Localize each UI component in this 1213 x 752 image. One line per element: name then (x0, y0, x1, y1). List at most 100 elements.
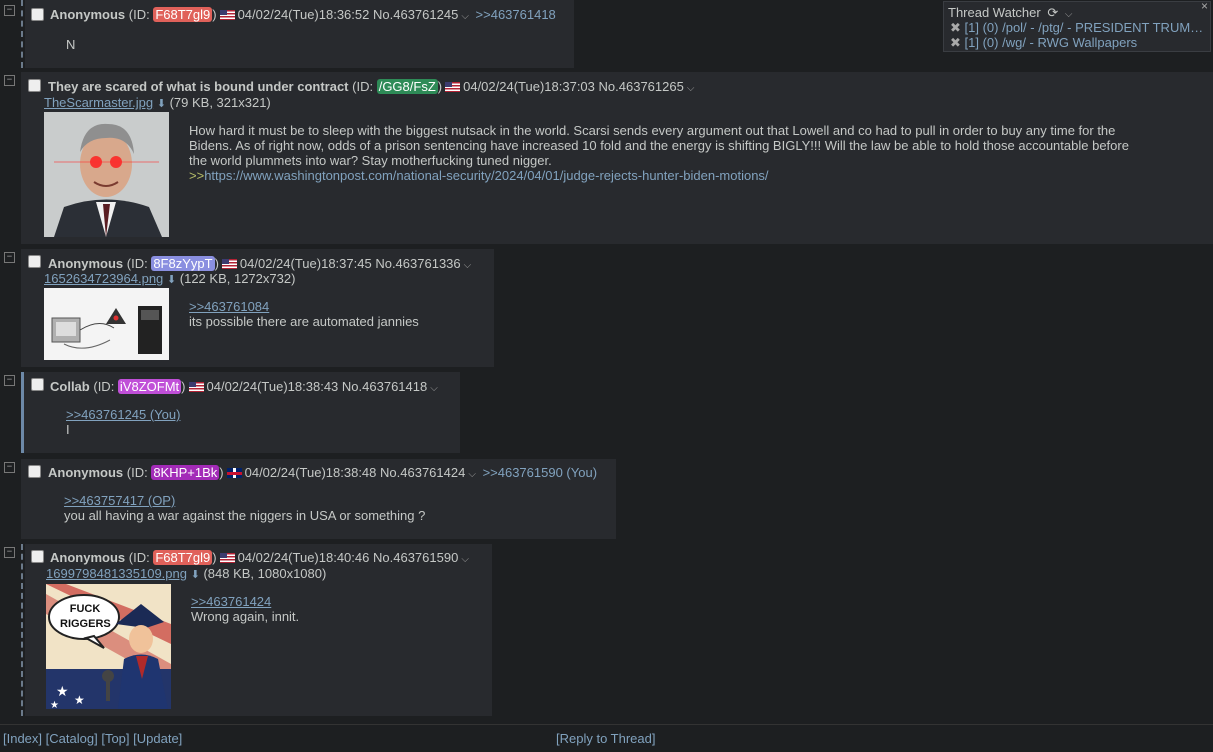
file-link[interactable]: TheScarmaster.jpg (44, 95, 153, 110)
download-icon[interactable]: ⬇ (167, 274, 176, 286)
post-datetime: 04/02/24(Tue)18:36:52 (237, 7, 370, 22)
post-datetime: 04/02/24(Tue)18:38:48 (244, 465, 377, 480)
close-icon[interactable]: × (1201, 0, 1208, 13)
post-select-checkbox[interactable] (28, 465, 41, 478)
update-link[interactable]: [Update] (133, 731, 182, 746)
post-select-checkbox[interactable] (28, 79, 41, 92)
quote-link[interactable]: >>463761245 (You) (66, 407, 180, 422)
chevron-down-icon[interactable]: ⌵ (430, 383, 438, 394)
thread-watcher-item[interactable]: ✖ [1] (0) /wg/ - RWG Wallpapers (950, 35, 1137, 51)
remove-icon[interactable]: ✖ (950, 20, 961, 35)
post-header: Anonymous (ID: 8KHP+1Bk) 04/02/24(Tue)18:… (48, 465, 597, 480)
id-badge[interactable]: F68T7gl9 (153, 550, 213, 565)
id-badge[interactable]: 8KHP+1Bk (151, 465, 220, 480)
download-icon[interactable]: ⬇ (191, 569, 200, 581)
file-info: 1699798481335109.png ⬇ (848 KB, 1080x108… (46, 566, 326, 581)
hide-post-button[interactable]: − (4, 462, 15, 473)
backlink[interactable]: >>463761590 (You) (483, 465, 597, 480)
backlink[interactable]: >>463761418 (476, 7, 556, 22)
svg-text:★: ★ (56, 683, 69, 699)
quote-link[interactable]: >>463761084 (189, 299, 269, 314)
external-link[interactable]: https://www.washingtonpost.com/national-… (204, 168, 768, 183)
post-number[interactable]: No.463761336 (375, 256, 460, 271)
file-meta: (848 KB, 1080x1080) (203, 566, 327, 581)
us-flag-icon (445, 82, 461, 92)
hide-post-button[interactable]: − (4, 375, 15, 386)
file-meta: (79 KB, 321x321) (169, 95, 271, 110)
post-datetime: 04/02/24(Tue)18:38:43 (206, 379, 339, 394)
poster-id[interactable]: (ID: iV8ZOFMt) (93, 379, 186, 394)
poster-id[interactable]: (ID: 8KHP+1Bk) (127, 465, 224, 480)
poster-name: Anonymous (48, 256, 124, 271)
post-463761418: Collab (ID: iV8ZOFMt) 04/02/24(Tue)18:38:… (21, 372, 460, 453)
post-select-checkbox[interactable] (31, 378, 44, 391)
thumbnail-image[interactable] (44, 112, 169, 237)
file-link[interactable]: 1652634723964.png (44, 271, 163, 286)
reply-indent-line (21, 544, 23, 716)
greentext: >> (189, 168, 205, 183)
id-badge[interactable]: iV8ZOFMt (117, 379, 182, 394)
post-header: They are scared of what is bound under c… (48, 79, 694, 94)
post-463761265: They are scared of what is bound under c… (21, 72, 1213, 244)
us-flag-icon (219, 10, 235, 20)
chevron-down-icon[interactable]: ⌵ (461, 11, 469, 22)
poster-name: Collab (50, 379, 90, 394)
us-flag-icon (219, 553, 235, 563)
thumbnail-image[interactable]: ★ ★ ★ FUCK RIGGERS (46, 584, 171, 709)
chevron-down-icon[interactable]: ⌵ (1065, 9, 1073, 20)
id-badge[interactable]: F68T7gl9 (153, 7, 213, 22)
chevron-down-icon[interactable]: ⌵ (687, 83, 695, 94)
catalog-link[interactable]: [Catalog] (46, 731, 98, 746)
thread-watcher-item[interactable]: ✖ [1] (0) /pol/ - /ptg/ - PRESIDENT TRUM… (950, 20, 1208, 36)
hide-post-button[interactable]: − (4, 252, 15, 263)
id-badge[interactable]: /GG8/FsZ (376, 79, 438, 94)
svg-text:★: ★ (74, 693, 85, 707)
post-number[interactable]: No.463761245 (373, 7, 458, 22)
file-meta: (122 KB, 1272x732) (179, 271, 296, 286)
post-463761424: Anonymous (ID: 8KHP+1Bk) 04/02/24(Tue)18:… (21, 459, 616, 539)
hide-post-button[interactable]: − (4, 5, 15, 16)
chevron-down-icon[interactable]: ⌵ (461, 554, 469, 565)
image-caption: FUCK RIGGERS (60, 603, 111, 630)
post-message: >>463761245 (You) I (66, 407, 181, 437)
poster-name: Anonymous (50, 550, 126, 565)
thumbnail-image[interactable] (44, 288, 169, 360)
post-number[interactable]: No.463761424 (380, 465, 465, 480)
thread-watcher-title[interactable]: Thread Watcher (948, 5, 1041, 20)
quote-link[interactable]: >>463757417 (OP) (64, 493, 175, 508)
quote-link[interactable]: >>463761424 (191, 594, 271, 609)
post-datetime: 04/02/24(Tue)18:37:45 (239, 256, 372, 271)
post-subject: They are scared of what is bound under c… (48, 79, 349, 94)
poster-id[interactable]: (ID: 8F8zYypT) (127, 256, 219, 271)
post-number[interactable]: No.463761265 (599, 79, 684, 94)
post-select-checkbox[interactable] (31, 550, 44, 563)
chevron-down-icon[interactable]: ⌵ (464, 260, 472, 271)
refresh-icon[interactable]: ⟳ (1047, 5, 1058, 20)
post-select-checkbox[interactable] (31, 8, 44, 21)
hide-post-button[interactable]: − (4, 75, 15, 86)
poster-name: Anonymous (50, 7, 126, 22)
us-flag-icon (221, 259, 237, 269)
chevron-down-icon[interactable]: ⌵ (468, 469, 476, 480)
reply-indent-line (21, 0, 23, 68)
file-link[interactable]: 1699798481335109.png (46, 566, 187, 581)
top-link[interactable]: [Top] (101, 731, 129, 746)
download-icon[interactable]: ⬇ (157, 98, 166, 110)
post-header: Collab (ID: iV8ZOFMt) 04/02/24(Tue)18:38:… (50, 379, 438, 394)
poster-id[interactable]: (ID: F68T7gl9) (129, 550, 217, 565)
id-badge[interactable]: 8F8zYypT (151, 256, 215, 271)
hide-post-button[interactable]: − (4, 547, 15, 558)
reply-to-thread-link[interactable]: [Reply to Thread] (556, 731, 655, 746)
post-number[interactable]: No.463761590 (373, 550, 458, 565)
post-number[interactable]: No.463761418 (342, 379, 427, 394)
us-flag-icon (188, 382, 204, 392)
bottom-navigation: [Index] [Catalog] [Top] [Update] [Reply … (0, 724, 1213, 752)
poster-id[interactable]: (ID: F68T7gl9) (129, 7, 217, 22)
remove-icon[interactable]: ✖ (950, 35, 961, 50)
post-message: >>463761424 Wrong again, innit. (191, 594, 300, 624)
poster-id[interactable]: (ID: /GG8/FsZ) (352, 79, 442, 94)
file-info: 1652634723964.png ⬇ (122 KB, 1272x732) (44, 271, 295, 286)
post-message: >>463761084 its possible there are autom… (189, 299, 419, 329)
index-link[interactable]: [Index] (3, 731, 42, 746)
post-select-checkbox[interactable] (28, 255, 41, 268)
